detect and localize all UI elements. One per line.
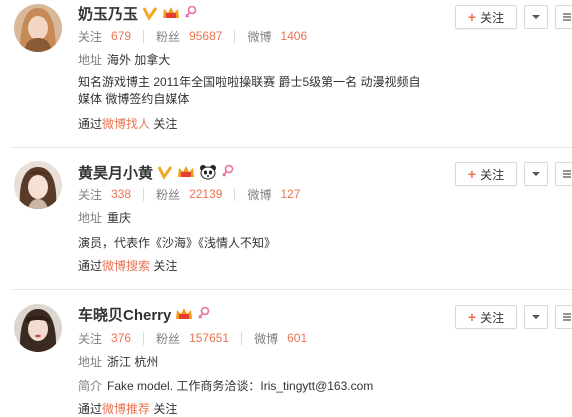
intro-value: Fake model. 工作商务洽谈：Iris_tingytt@163.com [107, 379, 374, 393]
divider [143, 331, 145, 345]
panda-icon[interactable] [199, 164, 217, 180]
member-crown-icon[interactable] [175, 306, 193, 322]
following-count[interactable]: 679 [111, 29, 131, 43]
dropdown-button[interactable] [524, 5, 548, 29]
address-value: 海外 加拿大 [107, 53, 171, 67]
menu-button[interactable] [555, 5, 572, 29]
following-count[interactable]: 376 [111, 331, 131, 345]
follow-button[interactable]: + 关注 [455, 5, 517, 29]
user-card: 黄昊月小黄 关注 338 粉丝 22139 微博 127 地址 重庆 演员，代表作《沙海… [0, 157, 572, 282]
via-link[interactable]: 微博推荐 [102, 402, 150, 416]
plus-icon: + [467, 166, 477, 182]
weibo-stat: 微博 127 [247, 187, 301, 202]
via-link[interactable]: 微博找人 [102, 117, 150, 131]
plus-icon: + [467, 9, 477, 25]
following-stat: 关注 679 [78, 29, 132, 44]
user-description: 演员，代表作《沙海》《浅情人不知》 [78, 236, 277, 250]
following-stat: 关注 338 [78, 187, 132, 202]
via-link[interactable]: 微博搜索 [102, 259, 150, 273]
menu-button[interactable] [555, 162, 572, 186]
user-name[interactable]: 奶玉乃玉 [78, 3, 138, 24]
fans-count[interactable]: 157651 [189, 331, 229, 345]
via-line: 通过微博推荐 关注 [78, 402, 178, 416]
dropdown-button[interactable] [524, 162, 548, 186]
divider [12, 147, 572, 148]
fans-stat: 粉丝 157651 [156, 331, 230, 346]
user-description: 知名游戏博主 2011年全国啦啦操联赛 爵士5级第一名 动漫视频自媒体 微博签约… [78, 75, 421, 106]
user-card: 车晓贝Cherry 关注 376 粉丝 157651 微博 601 地址 浙江 杭州 简… [0, 300, 572, 416]
address-line: 地址 重庆 [78, 211, 132, 225]
divider [143, 29, 145, 43]
chevron-down-icon [532, 15, 540, 19]
member-crown-icon[interactable] [162, 5, 180, 21]
address-value: 浙江 杭州 [107, 355, 159, 369]
address-line: 地址 浙江 杭州 [78, 355, 159, 369]
weibo-count[interactable]: 127 [280, 187, 300, 201]
user-name[interactable]: 车晓贝Cherry [78, 304, 171, 325]
follow-button[interactable]: + 关注 [455, 162, 517, 186]
address-value: 重庆 [107, 211, 132, 225]
fans-count[interactable]: 95687 [189, 29, 222, 43]
divider [234, 29, 236, 43]
avatar[interactable] [14, 4, 62, 52]
dropdown-button[interactable] [524, 305, 548, 329]
weibo-stat: 微博 601 [254, 331, 308, 346]
verified-icon[interactable] [157, 164, 173, 180]
weibo-stat: 微博 1406 [247, 29, 308, 44]
divider [241, 331, 243, 345]
following-stat: 关注 376 [78, 331, 132, 346]
plus-icon: + [467, 309, 477, 325]
following-count[interactable]: 338 [111, 187, 131, 201]
fans-stat: 粉丝 22139 [156, 187, 223, 202]
user-name[interactable]: 黄昊月小黄 [78, 162, 153, 183]
female-icon [184, 5, 198, 21]
via-line: 通过微博找人 关注 [78, 117, 178, 131]
divider [12, 289, 572, 290]
menu-icon [563, 13, 571, 21]
verified-icon[interactable] [142, 5, 158, 21]
menu-icon [563, 170, 571, 178]
fans-stat: 粉丝 95687 [156, 29, 223, 44]
menu-button[interactable] [555, 305, 572, 329]
chevron-down-icon [532, 315, 540, 319]
avatar[interactable] [14, 304, 62, 352]
menu-icon [563, 313, 571, 321]
divider [234, 187, 236, 201]
chevron-down-icon [532, 172, 540, 176]
follow-button[interactable]: + 关注 [455, 305, 517, 329]
divider [143, 187, 145, 201]
address-line: 地址 海外 加拿大 [78, 53, 171, 67]
fans-count[interactable]: 22139 [189, 187, 222, 201]
user-card: 奶玉乃玉 关注 679 粉丝 95687 微博 1406 地址 海外 加拿大 知名游戏博… [0, 0, 572, 140]
female-icon [221, 164, 235, 180]
member-crown-icon[interactable] [177, 164, 195, 180]
intro-line: 简介 Fake model. 工作商务洽谈：Iris_tingytt@163.co… [78, 379, 374, 393]
avatar[interactable] [14, 161, 62, 209]
weibo-count[interactable]: 601 [287, 331, 307, 345]
weibo-count[interactable]: 1406 [280, 29, 307, 43]
female-icon [197, 306, 211, 322]
via-line: 通过微博搜索 关注 [78, 259, 178, 273]
